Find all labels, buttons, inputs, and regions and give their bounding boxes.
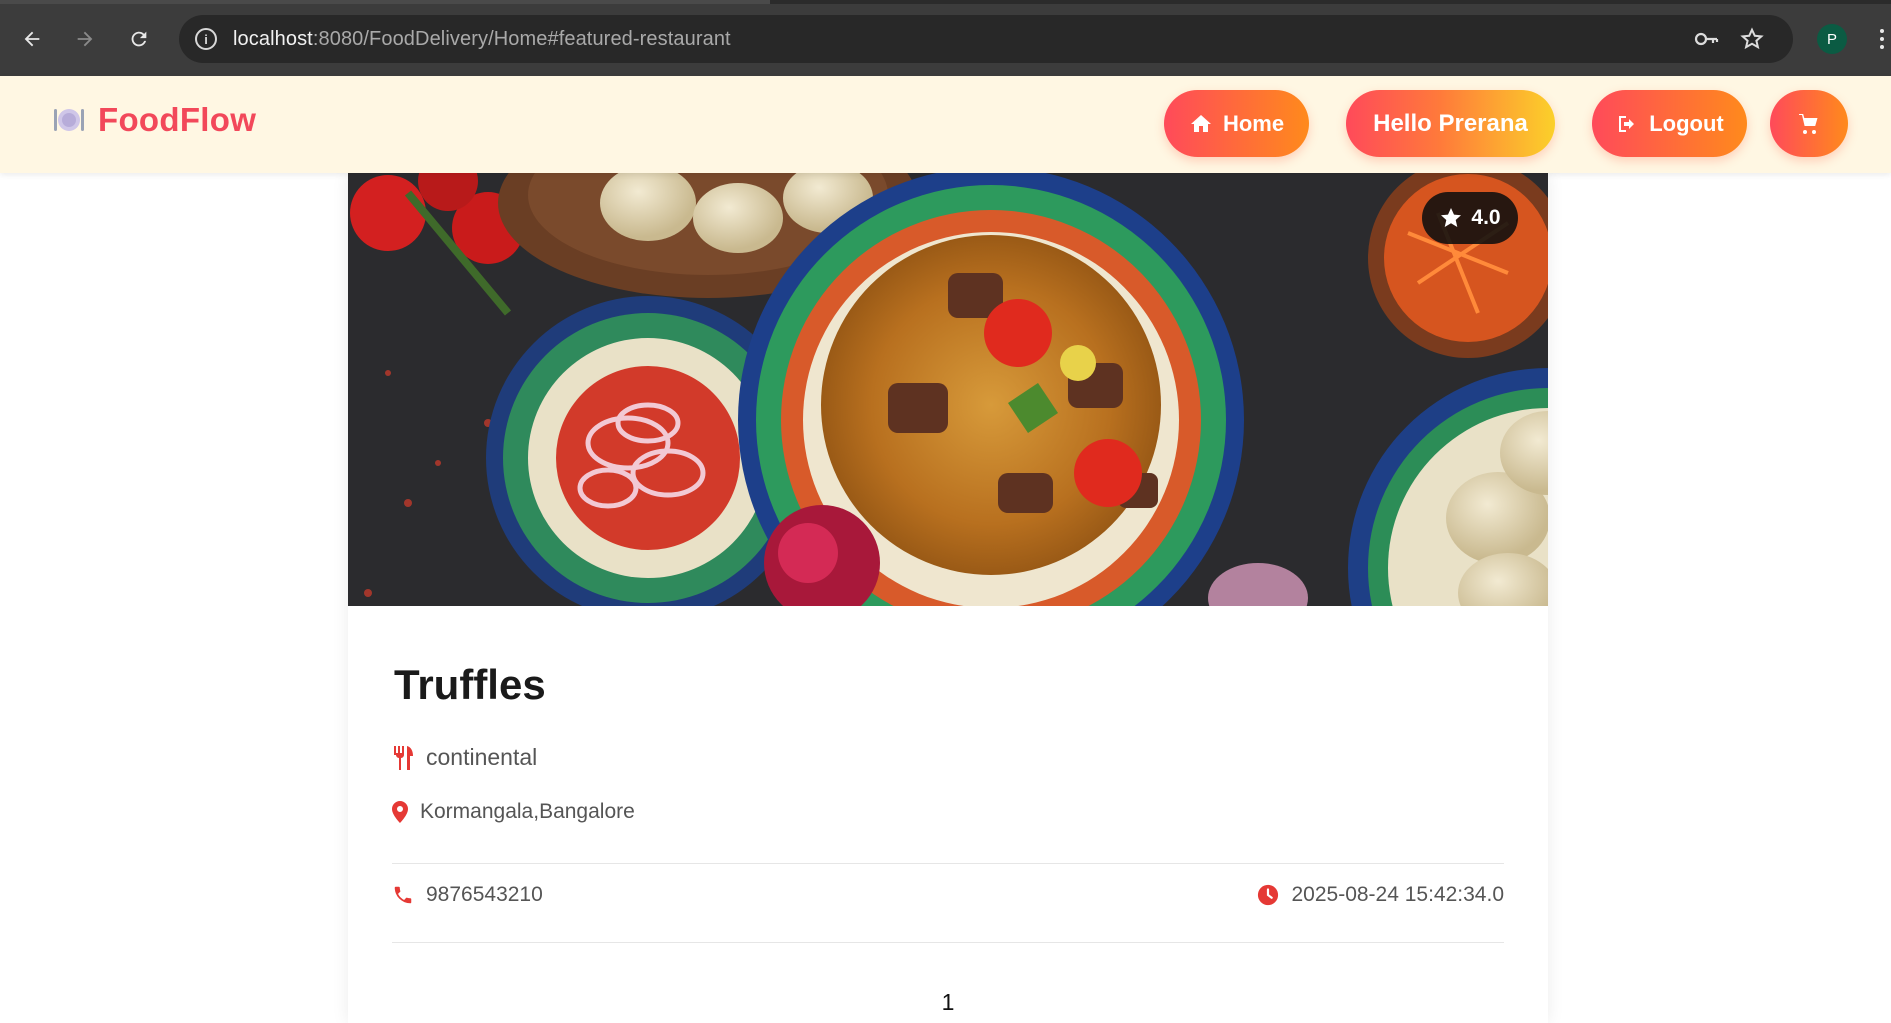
page-number[interactable]: 1	[348, 989, 1548, 1016]
divider	[392, 863, 1504, 864]
reload-icon	[131, 31, 147, 47]
app-header: FoodFlow Home Hello Prerana Logout	[0, 76, 1891, 173]
divider	[392, 942, 1504, 943]
restaurant-hero-image	[348, 173, 1548, 606]
timestamp-text: 2025-08-24 15:42:34.0	[1291, 883, 1504, 906]
plate-icon	[54, 109, 84, 131]
url-text[interactable]: localhost:8080/FoodDelivery/Home#feature…	[233, 28, 731, 51]
restaurant-name: Truffles	[394, 661, 546, 708]
utensils-icon	[394, 745, 413, 770]
phone-icon	[394, 886, 412, 904]
logout-icon	[1619, 115, 1635, 132]
tab-strip	[0, 0, 1891, 4]
site-info-icon[interactable]: i	[195, 28, 217, 50]
home-icon	[1190, 114, 1211, 132]
url-host: localhost	[233, 27, 313, 50]
home-label: Home	[1222, 110, 1285, 136]
address-text: Kormangala,Bangalore	[420, 800, 635, 823]
profile-initial: P	[1826, 30, 1837, 48]
back-button[interactable]	[15, 22, 49, 56]
cart-button[interactable]	[1770, 90, 1848, 157]
cart-icon	[1799, 113, 1818, 134]
phone-row: 9876543210	[392, 883, 543, 907]
cuisine-text: continental	[426, 744, 538, 770]
logout-label: Logout	[1649, 110, 1724, 136]
address-bar[interactable]: i localhost:8080/FoodDelivery/Home#featu…	[179, 15, 1793, 63]
cuisine-row: continental	[392, 744, 537, 771]
greeting-label: Hello Prerana	[1373, 109, 1528, 137]
brand[interactable]: FoodFlow	[52, 101, 256, 139]
password-key-icon[interactable]	[1693, 26, 1719, 52]
address-row: Kormangala,Bangalore	[392, 800, 635, 824]
bookmark-star-icon[interactable]	[1739, 26, 1765, 52]
profile-avatar[interactable]: P	[1817, 24, 1847, 54]
arrow-left-icon	[24, 31, 40, 47]
star-icon	[1441, 208, 1462, 227]
browser-toolbar: i localhost:8080/FoodDelivery/Home#featu…	[0, 0, 1891, 76]
timestamp-row: 2025-08-24 15:42:34.0	[1257, 883, 1504, 907]
brand-name: FoodFlow	[98, 101, 257, 138]
map-pin-icon	[392, 801, 408, 823]
forward-button[interactable]	[68, 22, 102, 56]
rating-value: 4.0	[1471, 206, 1501, 229]
arrow-right-icon	[77, 31, 93, 47]
phone-text: 9876543210	[426, 883, 543, 906]
url-path: :8080/FoodDelivery/Home#featured-restaur…	[312, 27, 731, 50]
rating-badge: 4.0	[1422, 192, 1518, 244]
clock-icon	[1258, 884, 1279, 906]
greeting-button[interactable]: Hello Prerana	[1346, 90, 1555, 157]
restaurant-card: 4.0 Truffles continental Kormangala,Bang…	[348, 173, 1548, 1023]
reload-button[interactable]	[122, 22, 156, 56]
home-button[interactable]: Home	[1164, 90, 1309, 157]
logout-button[interactable]: Logout	[1592, 90, 1747, 157]
browser-menu-icon[interactable]	[1873, 22, 1891, 56]
